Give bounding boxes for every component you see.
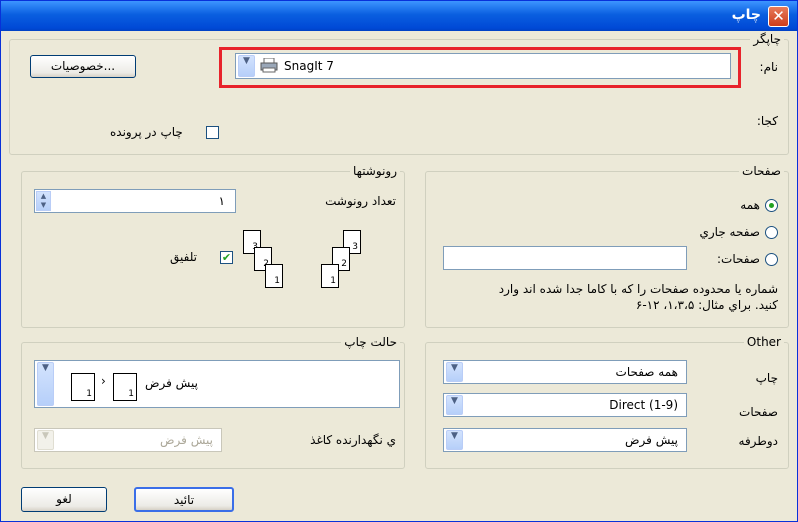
- collate-page-number: 1: [274, 276, 280, 286]
- page-range-label: صفحات:: [716, 252, 760, 266]
- close-icon[interactable]: ✕: [768, 6, 789, 27]
- print-to-file-checkbox[interactable]: [206, 126, 219, 139]
- collate-page-number: 3: [352, 242, 358, 252]
- current-page-label: صفحه جاري: [699, 225, 760, 239]
- collate-page-number: 2: [341, 259, 347, 269]
- pages-legend: صفحات: [739, 164, 784, 178]
- other-print-label: چاپ: [755, 371, 778, 385]
- paper-holder-select[interactable]: ▼ پيش فرض: [34, 428, 222, 452]
- printer-name-label: نام:: [759, 60, 778, 74]
- pages-hint-line1: شماره يا محدوده صفحات را كه با كاما جدا …: [498, 282, 778, 296]
- print-mode-page-number: 1: [86, 389, 92, 399]
- collate-label: تلفيق: [170, 250, 198, 264]
- print-mode-select[interactable]: ▼ 1 › 1 پيش فرض: [34, 360, 400, 408]
- other-duplex-value: پيش فرض: [625, 433, 678, 447]
- other-pages-label: صفحات: [739, 405, 778, 419]
- paper-holder-label: ي نگهدارنده كاغذ: [310, 433, 396, 447]
- print-dialog: ✕ چاپ چاپگر نام: کجا: ▼ SnagIt 7 خصوصیات…: [0, 0, 798, 522]
- pages-hint-line2: كنيد. براي مثال: ۱،۳،۵، ۱۲-۶: [635, 298, 778, 312]
- other-duplex-label: دوطرفه: [738, 434, 778, 448]
- printer-name-value: SnagIt 7: [284, 59, 334, 73]
- copies-count-label: تعداد رونوشت: [325, 194, 396, 208]
- printer-icon: [260, 57, 278, 73]
- chevron-down-icon[interactable]: ▼: [446, 430, 463, 450]
- collate-page-number: 1: [330, 276, 336, 286]
- other-legend: Other: [743, 335, 784, 349]
- radio-all-pages[interactable]: [765, 199, 778, 212]
- title-bar: ✕ چاپ: [1, 1, 797, 31]
- radio-page-range[interactable]: [765, 253, 778, 266]
- spinner-arrows-icon[interactable]: ▲ ▼: [36, 191, 51, 211]
- printer-group: چاپگر نام: کجا: ▼ SnagIt 7 خصوصیات... چا…: [9, 32, 789, 155]
- chevron-down-icon[interactable]: ▼: [446, 362, 463, 382]
- chevron-down-icon[interactable]: ▼: [238, 55, 255, 77]
- ok-button[interactable]: تائيد: [134, 487, 234, 512]
- other-pages-select[interactable]: ▼ (Direct (1-9: [443, 393, 687, 417]
- chevron-down-icon[interactable]: ▼: [37, 430, 54, 450]
- chevron-right-icon: ›: [101, 374, 106, 388]
- other-print-select[interactable]: ▼ همه صفحات: [443, 360, 687, 384]
- print-to-file-label: چاپ در پرونده: [110, 125, 183, 139]
- other-group: Other چاپ ▼ همه صفحات صفحات ▼ (Direct (1…: [425, 335, 789, 469]
- chevron-down-icon[interactable]: ▼: [446, 395, 463, 415]
- printer-legend: چاپگر: [750, 32, 784, 46]
- other-print-value: همه صفحات: [615, 365, 678, 379]
- pages-group: صفحات همه صفحه جاري صفحات: شماره يا محدو…: [425, 164, 789, 328]
- print-mode-value: پيش فرض: [145, 376, 198, 390]
- copies-group: رونوشتها تعداد رونوشت ▲▼ ۱ ✔ تلفيق 3 2 1…: [21, 164, 405, 328]
- cancel-button[interactable]: لغو: [21, 487, 107, 512]
- copies-legend: رونوشتها: [350, 164, 400, 178]
- copies-count-spinner[interactable]: ▲ ▼ ۱: [34, 189, 236, 213]
- print-mode-page-number: 1: [128, 389, 134, 399]
- paper-holder-value: پيش فرض: [160, 433, 213, 447]
- copies-count-value: ۱: [218, 194, 225, 208]
- other-duplex-select[interactable]: ▼ پيش فرض: [443, 428, 687, 452]
- collate-checkbox[interactable]: ✔: [220, 251, 233, 264]
- properties-button[interactable]: خصوصیات...: [30, 55, 136, 78]
- printer-where-label: کجا:: [756, 114, 778, 128]
- other-pages-value: (Direct (1-9: [609, 398, 678, 412]
- all-pages-label: همه: [740, 198, 760, 212]
- radio-current-page[interactable]: [765, 226, 778, 239]
- printer-select[interactable]: ▼ SnagIt 7: [235, 53, 731, 79]
- print-mode-legend: حالت چاپ: [341, 335, 400, 349]
- dialog-title: چاپ: [731, 7, 761, 23]
- page-range-input[interactable]: [443, 246, 687, 270]
- chevron-down-icon[interactable]: ▼: [37, 362, 54, 406]
- print-mode-group: حالت چاپ ▼ 1 › 1 پيش فرض ي نگهدارنده كاغ…: [21, 335, 405, 469]
